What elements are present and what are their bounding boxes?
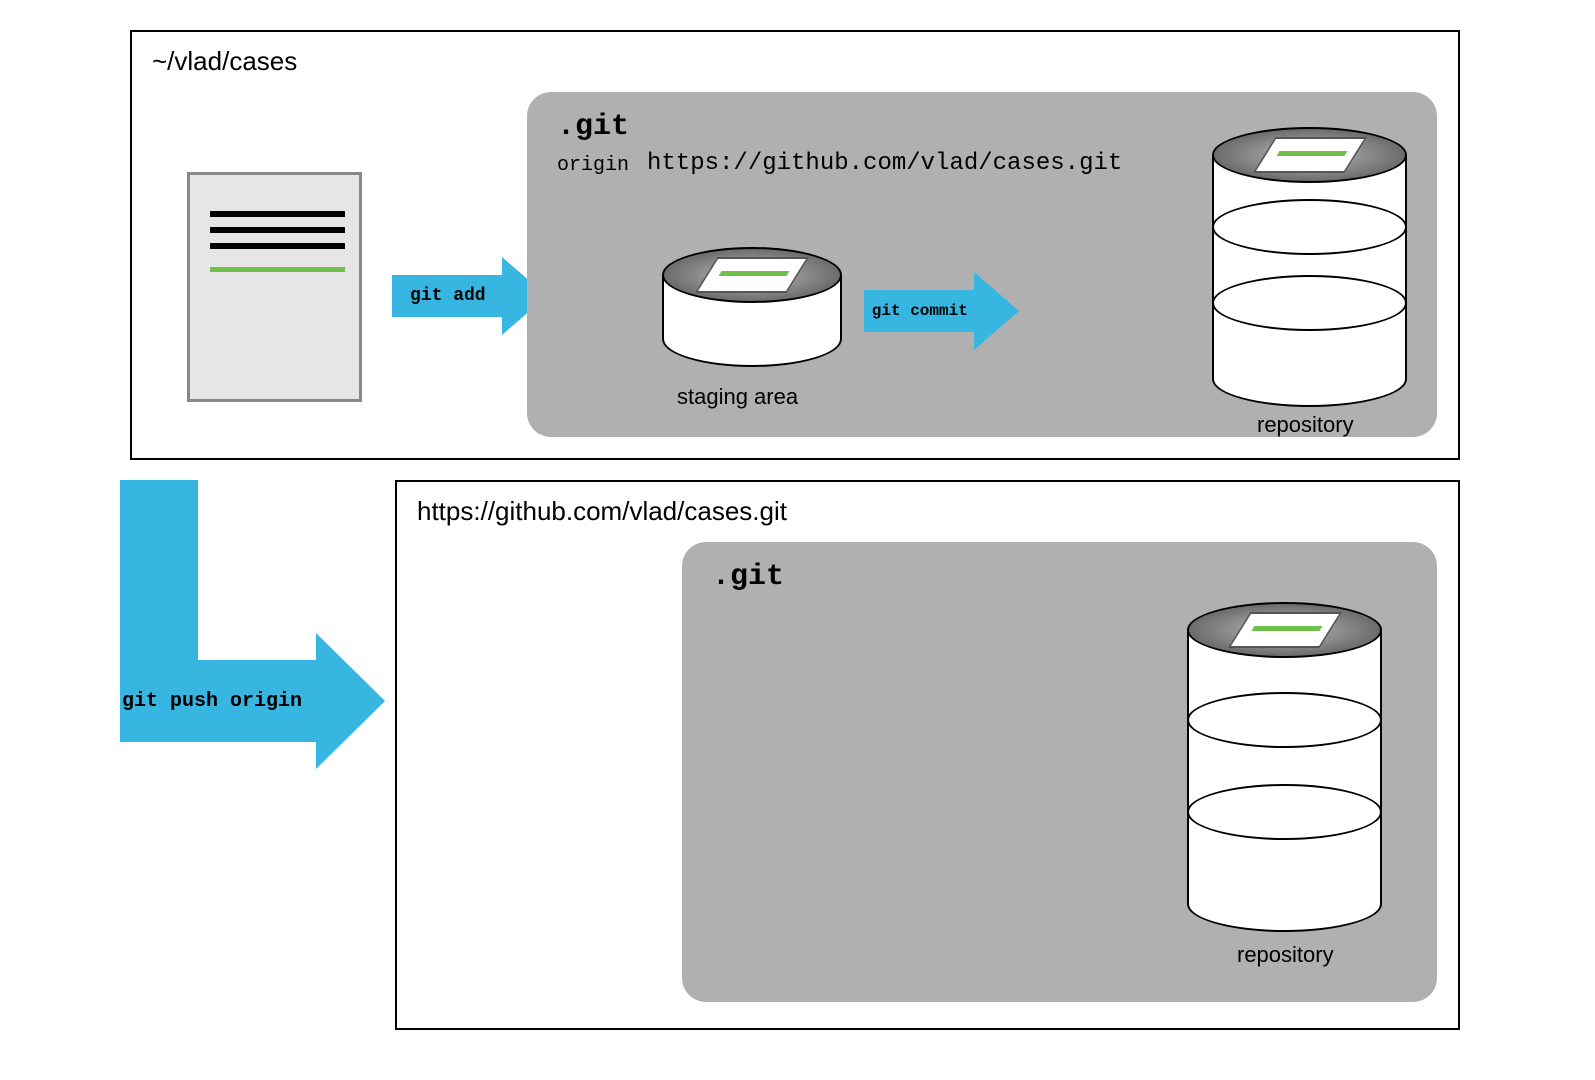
git-add-arrow-icon: git add [392, 257, 547, 335]
file-highlight-line-icon [210, 267, 345, 272]
cylinder-ring-icon [1187, 784, 1382, 840]
local-path-label: ~/vlad/cases [152, 46, 297, 77]
remote-git-panel: .git repository [682, 542, 1437, 1002]
remote-url-label: https://github.com/vlad/cases.git [647, 150, 1122, 177]
cylinder-page-line-icon [1276, 151, 1347, 156]
remote-repository-label: repository [1237, 942, 1334, 968]
cylinder-body-icon [1212, 155, 1407, 379]
local-repository-label: repository [1257, 412, 1354, 438]
cylinder-ring-icon [1187, 692, 1382, 748]
remote-url-title: https://github.com/vlad/cases.git [417, 496, 787, 527]
file-line-icon [210, 243, 345, 249]
cylinder-ring-icon [1212, 275, 1407, 331]
git-dir-label: .git [557, 110, 629, 144]
cylinder-body-icon [1187, 630, 1382, 904]
remote-repository-cylinder-icon [1187, 602, 1382, 932]
cylinder-ring-icon [1212, 199, 1407, 255]
remote-repository-box: https://github.com/vlad/cases.git .git r… [395, 480, 1460, 1030]
local-working-directory: ~/vlad/cases git add .git origin https:/… [130, 30, 1460, 460]
local-git-panel: .git origin https://github.com/vlad/case… [527, 92, 1437, 437]
file-line-icon [210, 211, 345, 217]
local-repository-cylinder-icon [1212, 127, 1407, 407]
cylinder-page-line-icon [1251, 626, 1322, 631]
cylinder-page-line-icon [718, 271, 789, 276]
file-document-icon [187, 172, 362, 402]
remote-name-label: origin [557, 154, 629, 177]
file-line-icon [210, 227, 345, 233]
git-commit-label: git commit [864, 302, 976, 320]
git-push-arrow-icon [120, 480, 385, 790]
staging-area-cylinder-icon [662, 247, 842, 367]
git-add-label: git add [392, 286, 504, 306]
staging-area-label: staging area [677, 384, 798, 410]
git-commit-arrow-icon: git commit [864, 272, 1019, 350]
remote-git-dir-label: .git [712, 560, 784, 594]
git-push-label: git push origin [122, 690, 302, 713]
